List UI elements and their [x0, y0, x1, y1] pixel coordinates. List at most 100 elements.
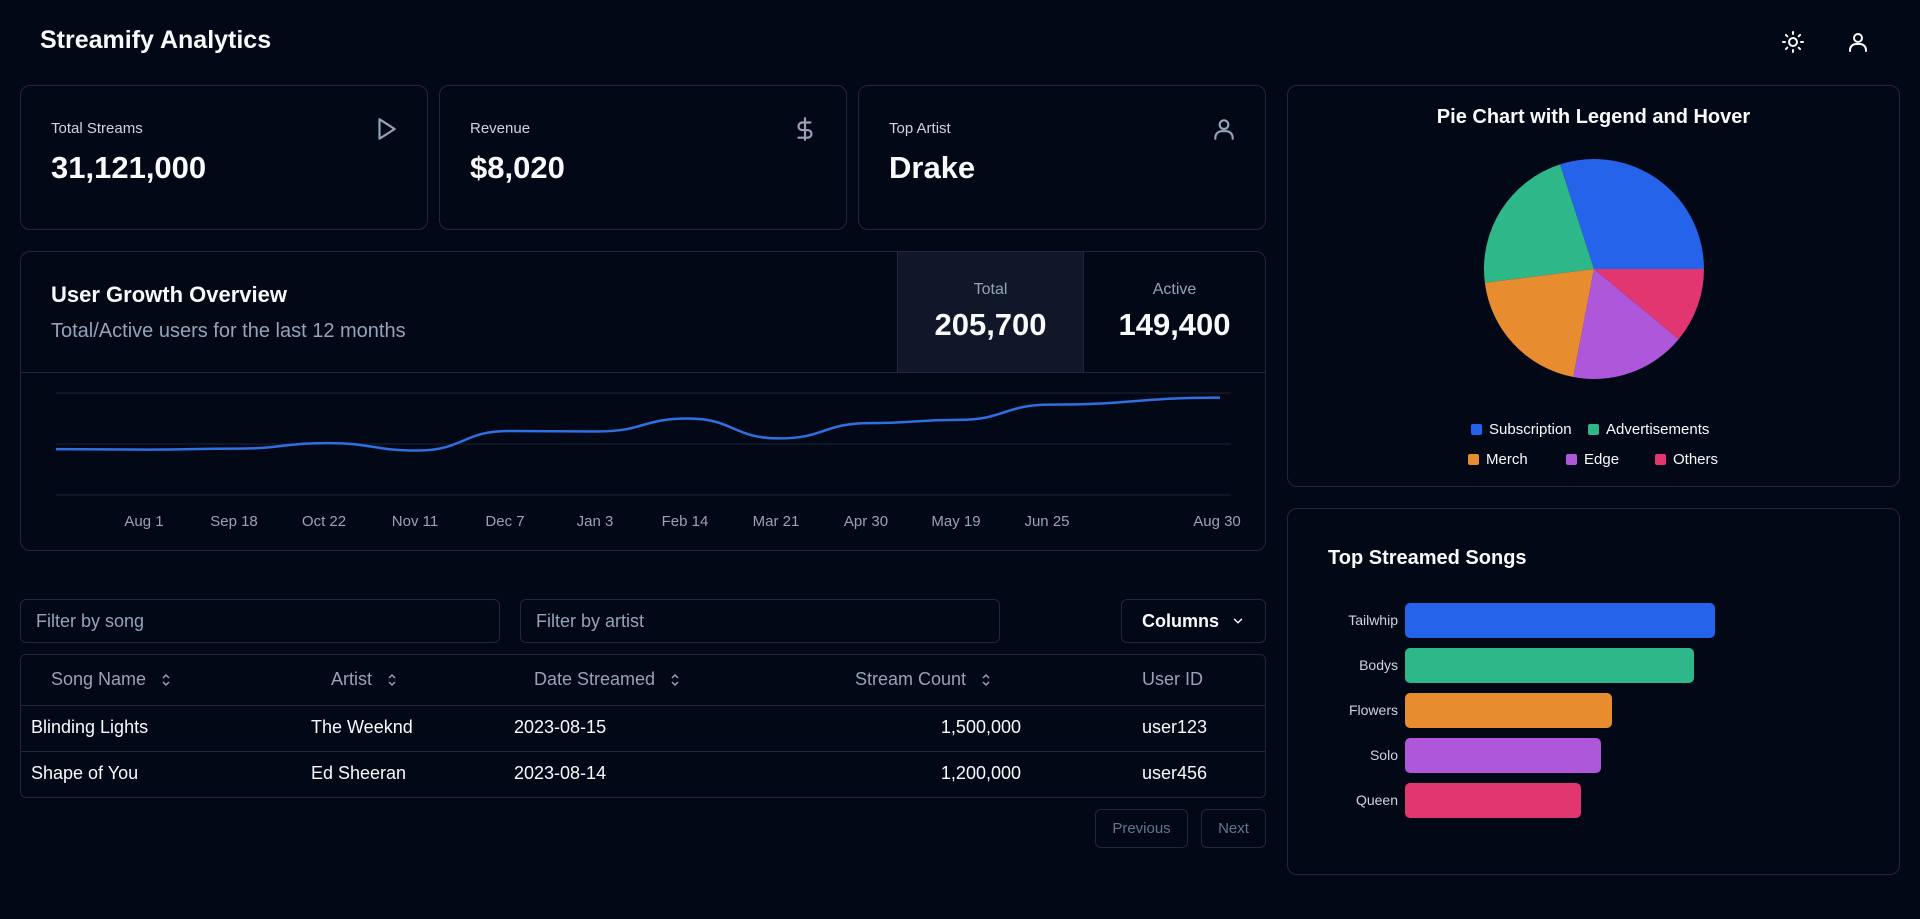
x-tick-label: Sep 18	[210, 513, 258, 530]
sort-icon	[388, 673, 396, 686]
cell-song-name: Shape of You	[31, 763, 139, 783]
bar-solo[interactable]	[1405, 738, 1601, 773]
active-users-tab[interactable]: Active 149,400	[1083, 252, 1265, 372]
previous-button[interactable]: Previous	[1095, 809, 1188, 848]
header-label: Stream Count	[855, 669, 967, 689]
pie-chart-card: Pie Chart with Legend and Hover Subscrip…	[1287, 85, 1900, 487]
x-tick-label: Nov 11	[392, 513, 438, 530]
cell-date: 2023-08-14	[514, 763, 607, 783]
user-growth-card: User Growth Overview Total/Active users …	[20, 251, 1266, 551]
series-line-users	[55, 396, 1221, 452]
cell-stream-count: 1,500,000	[940, 717, 1021, 737]
stat-value: 31,121,000	[51, 150, 207, 185]
header-label: Song Name	[51, 669, 147, 689]
bar-label: Queen	[1355, 792, 1398, 808]
x-tick-label: Feb 14	[662, 513, 709, 530]
header-label: Date Streamed	[534, 669, 656, 689]
cell-user-id: user456	[1142, 763, 1208, 783]
x-tick-label: Mar 21	[753, 513, 800, 530]
legend-swatch	[1468, 454, 1479, 465]
next-button[interactable]: Next	[1201, 809, 1266, 848]
growth-subtitle: Total/Active users for the last 12 month…	[51, 320, 406, 342]
legend-swatch	[1588, 424, 1599, 435]
songs-table: Song Name Artist Date Streamed Stream Co…	[20, 654, 1266, 798]
stat-card-total-streams: Total Streams 31,121,000	[20, 85, 428, 230]
dollar-icon	[792, 116, 818, 142]
user-growth-line-chart: Aug 1 Sep 18 Oct 22 Nov 11 Dec 7 Jan 3 Feb 14 M…	[55, 392, 1241, 530]
total-users-tab[interactable]: Total 205,700	[897, 252, 1083, 372]
stat-card-top-artist: Top Artist Drake	[858, 85, 1266, 230]
pie-chart	[1484, 159, 1704, 379]
column-header-artist[interactable]: Artist	[331, 669, 398, 690]
legend-item-advertisements: Advertisements	[1588, 421, 1709, 438]
header-label: Artist	[331, 669, 373, 689]
legend-label: Advertisements	[1606, 421, 1710, 438]
stat-label: Top Artist	[889, 120, 951, 137]
cell-user-id: user123	[1142, 717, 1208, 737]
play-icon	[373, 116, 399, 142]
legend-label: Subscription	[1489, 421, 1572, 438]
legend-item-merch: Merch	[1468, 451, 1528, 468]
kpi-value: 149,400	[1118, 307, 1231, 342]
legend-item-edge: Edge	[1566, 451, 1619, 468]
user-icon[interactable]	[1844, 28, 1872, 56]
top-songs-bar-chart: Tailwhip Bodys Flowers Solo Queen	[1288, 509, 1899, 874]
cell-date: 2023-08-15	[514, 717, 607, 737]
legend-swatch	[1566, 454, 1577, 465]
cell-artist: The Weeknd	[311, 717, 413, 737]
bar-label: Solo	[1369, 747, 1398, 763]
bar-bodys[interactable]	[1405, 648, 1694, 683]
cell-song-name: Blinding Lights	[31, 717, 149, 737]
legend-label: Others	[1673, 451, 1719, 468]
sun-icon[interactable]	[1779, 28, 1807, 56]
legend-swatch	[1471, 424, 1482, 435]
legend-label: Merch	[1486, 451, 1528, 468]
row-divider	[21, 751, 1265, 752]
legend-item-others: Others	[1655, 451, 1718, 468]
song-filter-input[interactable]	[20, 599, 500, 643]
cell-stream-count: 1,200,000	[940, 763, 1021, 783]
kpi-label: Active	[1152, 281, 1197, 298]
bar-label: Flowers	[1348, 702, 1398, 718]
chevron-down-icon	[1233, 618, 1243, 624]
stat-value: Drake	[889, 150, 976, 185]
stat-value: $8,020	[470, 150, 565, 185]
x-tick-label: Jun 25	[1024, 513, 1069, 530]
artist-filter-input[interactable]	[520, 599, 1000, 643]
columns-button[interactable]: Columns	[1121, 599, 1266, 643]
sort-icon	[671, 673, 679, 686]
growth-title: User Growth Overview	[51, 282, 287, 307]
sort-icon	[162, 673, 170, 686]
x-tick-label: Dec 7	[485, 513, 524, 530]
x-tick-label: Oct 22	[302, 513, 346, 530]
columns-label: Columns	[1141, 610, 1219, 631]
pie-chart-title: Pie Chart with Legend and Hover	[1436, 106, 1751, 128]
bar-tailwhip[interactable]	[1405, 603, 1715, 638]
x-tick-label: May 19	[931, 513, 980, 530]
header-label: User ID	[1142, 669, 1204, 689]
user-icon	[1211, 116, 1237, 142]
sort-icon	[982, 673, 990, 686]
legend-label: Edge	[1584, 451, 1620, 468]
top-songs-card: Top Streamed Songs Tailwhip Bodys Flowers S…	[1287, 508, 1900, 875]
legend-item-subscription: Subscription	[1471, 421, 1572, 438]
kpi-value: 205,700	[934, 307, 1047, 342]
column-header-stream-count[interactable]: Stream Count	[855, 669, 992, 690]
cell-artist: Ed Sheeran	[311, 763, 407, 783]
bar-queen[interactable]	[1405, 783, 1581, 818]
stat-card-revenue: Revenue $8,020	[439, 85, 847, 230]
x-tick-label: Aug 30	[1193, 513, 1241, 530]
column-header-song-name[interactable]: Song Name	[51, 669, 172, 690]
bar-label: Bodys	[1359, 657, 1398, 673]
column-header-user-id: User ID	[1142, 669, 1203, 690]
bar-flowers[interactable]	[1405, 693, 1612, 728]
app-title: Streamify Analytics	[40, 26, 272, 54]
x-tick-label: Aug 1	[124, 513, 163, 530]
kpi-label: Total	[973, 281, 1008, 298]
bar-label: Tailwhip	[1348, 612, 1398, 628]
x-tick-label: Jan 3	[577, 513, 614, 530]
column-header-date-streamed[interactable]: Date Streamed	[534, 669, 681, 690]
stat-label: Revenue	[470, 120, 531, 137]
stat-label: Total Streams	[51, 120, 143, 137]
x-tick-label: Apr 30	[844, 513, 888, 530]
